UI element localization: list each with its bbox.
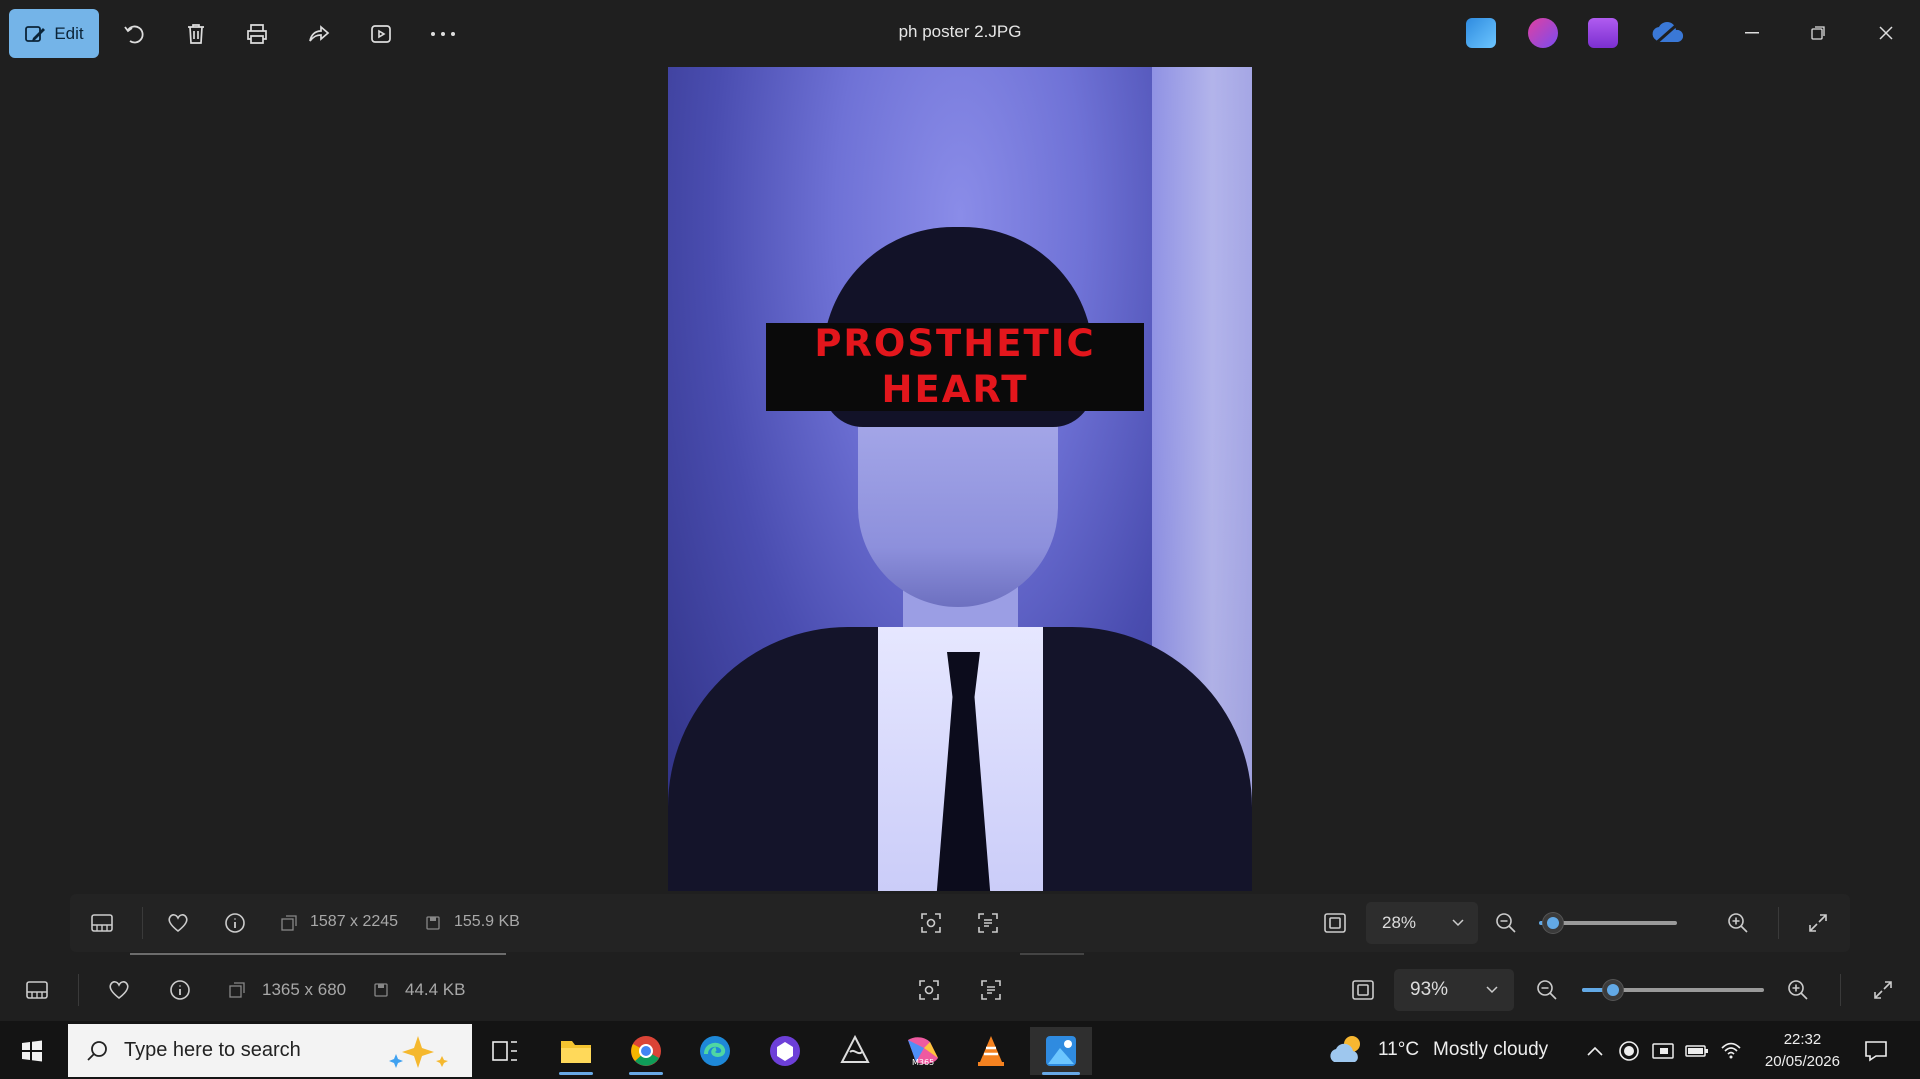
cloudy-weather-icon xyxy=(1330,1036,1360,1062)
photos-taskbar-icon[interactable] xyxy=(1030,1027,1092,1075)
window-title: ph poster 2.JPG xyxy=(898,22,1022,41)
purple-app-icon[interactable] xyxy=(756,1027,814,1075)
zoom-level-value: 28% xyxy=(1382,913,1417,932)
full-screen-icon[interactable] xyxy=(1868,975,1898,1005)
text-extract-icon[interactable] xyxy=(973,908,1003,938)
dimensions-icon xyxy=(274,908,304,938)
file-size: 44.4 KB xyxy=(405,980,466,999)
task-view-icon[interactable] xyxy=(476,1027,534,1075)
zoom-in-icon[interactable] xyxy=(1723,908,1753,938)
meet-now-icon[interactable] xyxy=(1648,1027,1678,1075)
vlc-icon[interactable] xyxy=(962,1027,1020,1075)
photos-app-window: Edit ph poster 2.JPG PROSTHETIC HEART 15… xyxy=(0,0,1920,1079)
image-dimensions: 1365 x 680 xyxy=(262,980,347,999)
windows-start-icon[interactable] xyxy=(12,1031,52,1071)
file-explorer-icon[interactable] xyxy=(547,1027,605,1075)
copilot-sparkle-icon xyxy=(389,1036,448,1068)
image-dimensions: 1587 x 2245 xyxy=(310,913,399,930)
dimensions-icon xyxy=(222,975,252,1005)
scroll-indicator xyxy=(130,953,506,955)
edge-icon[interactable] xyxy=(686,1027,744,1075)
zoom-slider-thumb[interactable] xyxy=(1603,980,1623,1000)
poster-image: PROSTHETIC HEART xyxy=(668,67,1252,891)
restore-icon[interactable] xyxy=(1798,14,1838,52)
filmstrip-icon[interactable] xyxy=(22,975,52,1005)
zoom-slider-thumb[interactable] xyxy=(1543,913,1563,933)
poster-title-line-2: HEART xyxy=(881,368,1029,411)
divider xyxy=(78,974,79,1006)
print-icon[interactable] xyxy=(241,18,273,50)
file-size-icon xyxy=(418,908,448,938)
microsoft-365-icon[interactable]: M365 xyxy=(894,1027,952,1075)
svg-text:M365: M365 xyxy=(912,1058,934,1067)
weather-widget[interactable]: 11°C Mostly cloudy xyxy=(1328,1021,1548,1079)
chrome-icon[interactable] xyxy=(617,1027,675,1075)
title-bar: Edit ph poster 2.JPG xyxy=(0,0,1920,66)
running-indicator xyxy=(1042,1072,1080,1075)
fit-to-window-icon[interactable] xyxy=(1348,975,1378,1005)
system-clock[interactable]: 22:32 20/05/2026 xyxy=(1765,1029,1840,1073)
zoom-level-dropdown[interactable]: 93% xyxy=(1394,969,1514,1011)
divider xyxy=(1840,974,1841,1006)
info-icon[interactable] xyxy=(165,975,195,1005)
record-icon[interactable] xyxy=(1614,1027,1644,1075)
running-indicator xyxy=(559,1072,593,1075)
chevron-up-icon[interactable] xyxy=(1580,1027,1610,1075)
scroll-indicator xyxy=(1020,953,1084,955)
battery-icon[interactable] xyxy=(1682,1027,1712,1075)
favorite-heart-icon[interactable] xyxy=(104,975,134,1005)
file-size-icon xyxy=(366,975,396,1005)
share-icon[interactable] xyxy=(303,18,335,50)
edit-button[interactable]: Edit xyxy=(9,9,99,58)
more-options-icon[interactable] xyxy=(427,18,459,50)
visual-search-icon[interactable] xyxy=(914,975,944,1005)
photos-editor-icon[interactable] xyxy=(1466,18,1496,48)
zoom-level-dropdown[interactable]: 28% xyxy=(1366,902,1478,944)
edit-image-icon xyxy=(25,25,46,42)
minimize-icon[interactable] xyxy=(1732,14,1772,52)
slideshow-icon[interactable] xyxy=(365,18,397,50)
clipchamp-icon[interactable] xyxy=(1588,18,1618,48)
onedrive-icon[interactable] xyxy=(1650,18,1684,48)
taskbar-search-box[interactable]: Type here to search xyxy=(68,1024,472,1077)
visual-search-icon[interactable] xyxy=(916,908,946,938)
taskbar: Type here to search M365 11°C Mostly clo… xyxy=(0,1021,1920,1079)
delete-icon[interactable] xyxy=(180,18,212,50)
divider xyxy=(142,907,143,939)
inkscape-icon[interactable] xyxy=(826,1027,884,1075)
filmstrip-icon[interactable] xyxy=(87,908,117,938)
favorite-heart-icon[interactable] xyxy=(163,908,193,938)
clock-time: 22:32 xyxy=(1783,1031,1822,1048)
poster-title-line-1: PROSTHETIC xyxy=(814,322,1096,365)
full-screen-icon[interactable] xyxy=(1803,908,1833,938)
designer-icon[interactable] xyxy=(1528,18,1558,48)
zoom-out-icon[interactable] xyxy=(1491,908,1521,938)
info-bar-secondary: 1365 x 680 44.4 KB 93% xyxy=(0,959,1920,1021)
clock-date: 20/05/2026 xyxy=(1764,1053,1840,1070)
weather-temperature: 11°C xyxy=(1378,1039,1420,1060)
notification-center-icon[interactable] xyxy=(1856,1027,1896,1075)
zoom-out-icon[interactable] xyxy=(1532,975,1562,1005)
edit-button-label: Edit xyxy=(54,23,84,43)
info-icon[interactable] xyxy=(220,908,250,938)
search-placeholder: Type here to search xyxy=(124,1039,301,1061)
close-icon[interactable] xyxy=(1866,14,1906,52)
rotate-icon[interactable] xyxy=(118,18,150,50)
wifi-icon[interactable] xyxy=(1716,1027,1746,1075)
chevron-down-icon xyxy=(1486,986,1498,994)
poster-title-banner: PROSTHETIC HEART xyxy=(766,322,1144,411)
weather-description: Mostly cloudy xyxy=(1433,1039,1549,1060)
search-icon xyxy=(87,1040,107,1061)
fit-to-window-icon[interactable] xyxy=(1320,908,1350,938)
file-size: 155.9 KB xyxy=(454,913,520,930)
info-bar-primary: 1587 x 2245 155.9 KB 28% xyxy=(70,894,1850,952)
zoom-in-icon[interactable] xyxy=(1783,975,1813,1005)
chevron-down-icon xyxy=(1452,919,1464,927)
running-indicator xyxy=(629,1072,663,1075)
text-extract-icon[interactable] xyxy=(976,975,1006,1005)
zoom-level-value: 93% xyxy=(1410,979,1449,1000)
divider xyxy=(1778,907,1779,939)
